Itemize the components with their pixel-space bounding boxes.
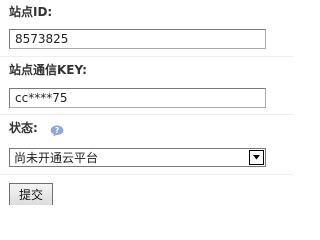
site-key-input[interactable] — [9, 88, 266, 108]
site-key-label: 站点通信KEY: — [9, 63, 87, 77]
status-select-value: 尚未开通云平台 — [14, 151, 99, 165]
dropdown-button[interactable] — [249, 150, 264, 165]
help-bubble-icon[interactable]: ? — [50, 122, 64, 137]
divider — [0, 114, 293, 115]
site-id-input[interactable] — [9, 29, 266, 49]
chevron-down-icon — [253, 155, 260, 160]
submit-button[interactable]: 提交 — [9, 183, 53, 205]
svg-text:?: ? — [55, 126, 59, 135]
divider — [0, 56, 293, 57]
status-select[interactable]: 尚未开通云平台 — [9, 148, 266, 167]
divider — [0, 174, 293, 175]
site-id-label: 站点ID: — [9, 5, 53, 19]
status-label: 状态: — [9, 121, 38, 135]
